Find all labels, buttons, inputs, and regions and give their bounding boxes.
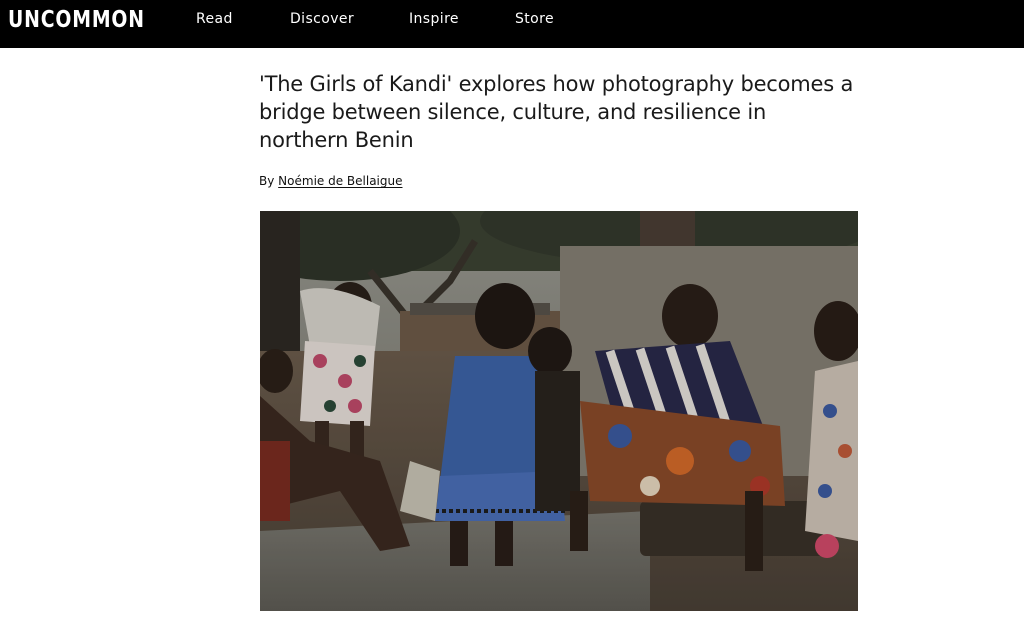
site-logo[interactable]: UNCOMMON — [8, 6, 145, 34]
byline-prefix: By — [259, 174, 275, 188]
article-hero-photo — [260, 211, 858, 611]
nav-item-store[interactable]: Store — [515, 11, 554, 27]
article-title: 'The Girls of Kandi' explores how photog… — [259, 72, 854, 152]
nav-item-read[interactable]: Read — [196, 11, 233, 27]
nav-item-discover[interactable]: Discover — [290, 11, 354, 27]
nav-item-inspire[interactable]: Inspire — [409, 11, 459, 27]
author-link[interactable]: Noémie de Bellaigue — [278, 174, 402, 188]
hero-photo-illustration — [260, 211, 858, 611]
article-byline: By Noémie de Bellaigue — [259, 174, 402, 188]
site-header: UNCOMMON Read Discover Inspire Store — [0, 0, 1024, 48]
